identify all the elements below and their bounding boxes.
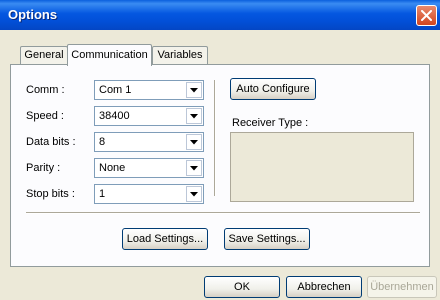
- data-bits-value: 8: [99, 136, 106, 148]
- receiver-type-label: Receiver Type :: [232, 117, 309, 129]
- load-settings-button[interactable]: Load Settings...: [122, 228, 208, 250]
- save-settings-button[interactable]: Save Settings...: [224, 228, 310, 250]
- tab-communication[interactable]: Communication: [67, 44, 152, 66]
- cancel-button[interactable]: Abbrechen: [286, 276, 362, 298]
- speed-value: 38400: [99, 110, 130, 122]
- window-title: Options: [8, 7, 58, 22]
- receiver-type-box: [230, 132, 414, 202]
- parity-select[interactable]: None: [94, 158, 204, 178]
- close-button[interactable]: [416, 5, 437, 26]
- dropdown-arrow-icon[interactable]: [186, 134, 202, 150]
- stop-bits-select[interactable]: 1: [94, 184, 204, 204]
- tab-general[interactable]: General: [20, 46, 68, 64]
- apply-button[interactable]: Übernehmen: [367, 276, 437, 298]
- ok-button[interactable]: OK: [204, 276, 280, 298]
- comm-value: Com 1: [99, 84, 132, 96]
- horizontal-divider: [26, 212, 420, 213]
- vertical-divider: [214, 80, 215, 196]
- dropdown-arrow-icon[interactable]: [186, 108, 202, 124]
- stop-bits-value: 1: [99, 188, 106, 200]
- dropdown-arrow-icon[interactable]: [186, 82, 202, 98]
- comm-select[interactable]: Com 1: [94, 80, 204, 100]
- parity-label: Parity :: [26, 162, 61, 174]
- auto-configure-button[interactable]: Auto Configure: [230, 78, 316, 100]
- close-x-icon: [421, 10, 432, 21]
- dropdown-arrow-icon[interactable]: [186, 160, 202, 176]
- speed-label: Speed :: [26, 110, 64, 122]
- tab-variables-label: Variables: [157, 49, 203, 61]
- data-bits-select[interactable]: 8: [94, 132, 204, 152]
- tab-communication-label: Communication: [71, 49, 148, 61]
- parity-value: None: [99, 162, 126, 174]
- comm-label: Comm :: [26, 84, 65, 96]
- dropdown-arrow-icon[interactable]: [186, 186, 202, 202]
- data-bits-label: Data bits :: [26, 136, 76, 148]
- tab-general-label: General: [24, 49, 64, 61]
- speed-select[interactable]: 38400: [94, 106, 204, 126]
- title-bar: Options: [0, 0, 440, 30]
- tab-variables[interactable]: Variables: [152, 46, 208, 64]
- stop-bits-label: Stop bits :: [26, 188, 75, 200]
